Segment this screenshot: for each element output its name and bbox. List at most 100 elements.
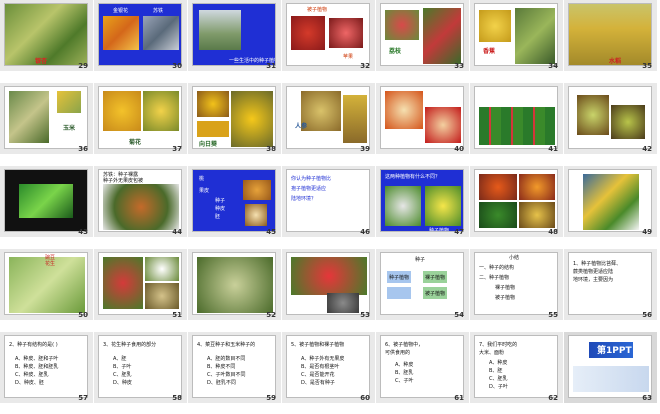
slide-number: 62 xyxy=(548,394,558,402)
slide-preview: 2、种子有结构的是( ) A、种皮、胚和子叶 B、种皮、胚和胚乳 C、种皮、胚乳 D、种… xyxy=(4,335,88,398)
slide-number: 59 xyxy=(266,394,276,402)
slide-text: C、子叶数目不同 xyxy=(207,372,246,378)
slide-preview xyxy=(98,252,182,315)
slide-text: 孢子植物更适应 xyxy=(291,186,327,192)
slide-number: 36 xyxy=(78,145,88,153)
slide-thumbnail[interactable]: 53 xyxy=(282,249,375,320)
slide-thumbnail[interactable]: 银杏 29 xyxy=(0,0,93,71)
slide-text: 可供食用的 xyxy=(385,350,411,356)
slide-thumbnail[interactable]: 向日葵 38 xyxy=(188,83,281,154)
slide-image xyxy=(479,202,517,228)
slide-thumbnail[interactable]: 5、被子植物和裸子植物 A、种子外有无果皮 B、是否有根茎叶 C、是否能开花 D、是否有… xyxy=(282,332,375,403)
slide-text: 5、被子植物和裸子植物 xyxy=(291,342,345,348)
slide-thumbnail[interactable]: 51 xyxy=(94,249,187,320)
slide-thumbnail[interactable]: 荔枝 33 xyxy=(376,0,469,71)
slide-thumbnail[interactable]: 2、种子有结构的是( ) A、种皮、胚和子叶 B、种皮、胚和胚乳 C、种皮、胚乳 D、种… xyxy=(0,332,93,403)
slide-preview: 菊花 xyxy=(98,86,182,149)
slide-number: 54 xyxy=(454,311,464,319)
slide-thumbnail[interactable]: 豌豆 花生 50 xyxy=(0,249,93,320)
slide-image xyxy=(519,202,555,228)
slide-thumbnail[interactable]: 苏铁：种子裸露 种子外无果皮包被 44 xyxy=(94,166,187,237)
slide-thumbnail[interactable]: 小结 一、种子的结构 二、种子植物 裸子植物 被子植物 55 xyxy=(470,249,563,320)
slide-preview: 桃果皮 种子 种皮胚 xyxy=(192,169,276,232)
slide-image xyxy=(103,91,141,131)
slide-text: C、子叶 xyxy=(395,378,414,384)
slide-preview: 4、菜豆种子和玉米种子的 A、胚的数目不同 B、种皮不同 C、子叶数目不同 D、胚乳不同 xyxy=(192,335,276,398)
slide-thumbnail[interactable]: 6、被子植物中， 可供食用的 A、种皮 B、胚乳 C、子叶 61 xyxy=(376,332,469,403)
slide-preview: 3、花生种子食用的部分 A、胚 B、子叶 C、胚乳 D、种皮 xyxy=(98,335,182,398)
slide-number: 34 xyxy=(548,62,558,70)
slide-preview: 5、被子植物和裸子植物 A、种子外有无果皮 B、是否有根茎叶 C、是否能开花 D、是否有… xyxy=(286,335,370,398)
slide-text: 小结 xyxy=(509,255,520,261)
slide-thumbnail[interactable]: 被子植物 苹果 32 xyxy=(282,0,375,71)
slide-thumbnail[interactable]: 你认为种子植物比 孢子植物更适应 陆地环境？ 46 xyxy=(282,166,375,237)
slide-preview xyxy=(380,86,464,149)
slide-caption: 人参 xyxy=(295,123,308,130)
slide-thumbnail[interactable]: 40 xyxy=(376,83,469,154)
slide-preview: 小结 一、种子的结构 二、种子植物 裸子植物 被子植物 xyxy=(474,252,558,315)
slide-thumbnail[interactable]: 7、我们平时吃的 大米、面粉 A、种皮 B、胚 C、胚乳 D、子叶 62 xyxy=(470,332,563,403)
slide-thumbnail[interactable]: 种子 种子植物 裸子植物 被子植物 54 xyxy=(376,249,469,320)
slide-preview: 6、被子植物中， 可供食用的 A、种皮 B、胚乳 C、子叶 xyxy=(380,335,464,398)
slide-thumbnail[interactable]: 3、花生种子食用的部分 A、胚 B、子叶 C、胚乳 D、种皮 58 xyxy=(94,332,187,403)
slide-thumbnail[interactable]: 52 xyxy=(188,249,281,320)
slide-text: 7、我们平时吃的 xyxy=(479,342,518,348)
slide-text: 陆地环境？ xyxy=(291,196,317,202)
slide-text: 桃 xyxy=(199,176,205,182)
slide-image xyxy=(577,95,609,135)
slide-image xyxy=(145,283,179,309)
slide-image xyxy=(291,16,325,50)
slide-text: 金银花 xyxy=(113,8,129,14)
slide-text: 苹果 xyxy=(343,54,354,60)
slide-preview: 种子 种子植物 裸子植物 被子植物 xyxy=(380,252,464,315)
slide-thumbnail[interactable]: 这两种植物有什么不同？ 种子植物 47 xyxy=(376,166,469,237)
slide-text: 果皮 xyxy=(199,188,210,194)
slide-image xyxy=(479,174,517,200)
slide-thumbnail[interactable]: 人参 39 xyxy=(282,83,375,154)
slide-caption: 水稻 xyxy=(609,58,622,65)
slide-caption: 银杏 xyxy=(35,58,48,65)
slide-text: D、是否有种子 xyxy=(301,380,335,386)
slide-thumbnail[interactable]: 42 xyxy=(564,83,657,154)
slide-thumbnail[interactable]: 48 xyxy=(470,166,563,237)
slide-number: 33 xyxy=(454,62,464,70)
slide-thumbnail[interactable]: 金银花 苏铁 30 xyxy=(94,0,187,71)
slide-number: 37 xyxy=(172,145,182,153)
slide-thumbnail[interactable]: 一些生活中的种子植物 31 xyxy=(188,0,281,71)
slide-thumbnail[interactable]: 水稻 35 xyxy=(564,0,657,71)
slide-preview: 向日葵 xyxy=(192,86,276,149)
slide-thumbnail[interactable]: 43 xyxy=(0,166,93,237)
slide-text: 6、被子植物中， xyxy=(385,342,424,348)
slide-thumbnail[interactable]: 第1PPT 63 xyxy=(564,332,657,403)
slide-image xyxy=(425,186,461,226)
slide-number: 35 xyxy=(642,62,652,70)
slide-text: 种子 xyxy=(215,198,226,204)
slide-image xyxy=(245,204,267,226)
slide-text: 一、种子的结构 xyxy=(479,265,515,271)
slide-thumbnail[interactable]: 菊花 37 xyxy=(94,83,187,154)
slide-thumbnail[interactable]: 41 xyxy=(470,83,563,154)
slide-preview: 你认为种子植物比 孢子植物更适应 陆地环境？ xyxy=(286,169,370,232)
slide-preview: 人参 xyxy=(286,86,370,149)
slide-thumbnail[interactable]: 1、种子植物比苔藓、 蕨类植物更适应陆 地环境，主要因为 56 xyxy=(564,249,657,320)
slide-thumbnail[interactable]: 49 xyxy=(564,166,657,237)
slide-image xyxy=(197,91,229,117)
slide-thumbnail[interactable]: 4、菜豆种子和玉米种子的 A、胚的数目不同 B、种皮不同 C、子叶数目不同 D、胚乳不同… xyxy=(188,332,281,403)
slide-image xyxy=(199,10,241,50)
slide-text: D、种皮 xyxy=(113,380,132,386)
slide-number: 51 xyxy=(172,311,182,319)
slide-caption: 荔枝 xyxy=(389,48,402,55)
slide-image xyxy=(329,18,363,48)
slide-image xyxy=(583,174,639,230)
slide-number: 55 xyxy=(548,311,558,319)
slide-number: 31 xyxy=(266,62,276,70)
slide-text: A、种皮 xyxy=(395,362,414,368)
slide-number: 49 xyxy=(642,228,652,236)
slide-thumbnail[interactable]: 桃果皮 种子 种皮胚 45 xyxy=(188,166,281,237)
slide-thumbnail[interactable]: 香蕉 34 xyxy=(470,0,563,71)
slide-text: 种子植物 xyxy=(389,275,410,281)
slide-thumbnail[interactable]: 玉米 36 xyxy=(0,83,93,154)
slide-preview: 金银花 苏铁 xyxy=(98,3,182,66)
slide-number: 43 xyxy=(78,228,88,236)
slide-text: B、种皮、胚和胚乳 xyxy=(15,364,59,370)
